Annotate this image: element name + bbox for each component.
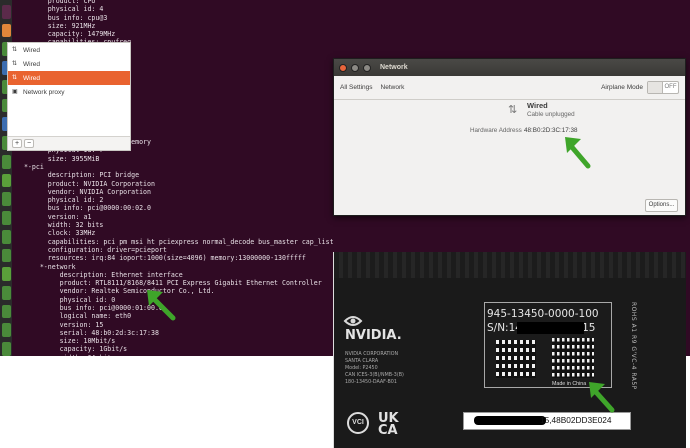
toggle-state: OFF [663, 82, 678, 93]
terminal-line: size: 921MHz [16, 22, 690, 30]
maximize-icon[interactable] [363, 64, 371, 72]
arrow-up-left-icon [586, 380, 620, 414]
options-button[interactable]: Options... [645, 199, 678, 212]
network-settings-window: Network All Settings Network Airplane Mo… [333, 58, 686, 216]
device-list-item[interactable]: ⇅ Wired [8, 57, 130, 71]
made-in-label: Made in China [552, 381, 586, 387]
terminal-line: width: 32 bits [16, 221, 690, 229]
launcher-app-icon[interactable] [2, 305, 11, 319]
redaction-bar [517, 322, 584, 334]
wired-icon: ⇅ [12, 47, 19, 53]
device-list-label: Wired [23, 75, 40, 82]
ukca-mark: UK CA [378, 413, 399, 437]
arrow-up-left-icon [145, 288, 179, 322]
launcher-app-icon[interactable] [2, 174, 11, 188]
device-list-label: Wired [23, 47, 40, 54]
window-title: Network [380, 64, 408, 71]
remove-connection-button[interactable]: − [24, 139, 34, 148]
close-icon[interactable] [339, 64, 347, 72]
launcher-app-icon[interactable] [2, 24, 11, 38]
settings-header: All Settings Network Airplane Mode OFF [334, 76, 685, 100]
mac-sticker-text: 15,48B02DD3E024 [540, 415, 612, 425]
window-titlebar: Network [334, 59, 685, 76]
nvidia-logo-icon: NVIDIA. [343, 313, 403, 341]
device-list: ⇅ Wired ⇅ Wired ⇅ Wired ▣ Network proxy + − [7, 42, 131, 151]
device-status: Cable unplugged [527, 111, 575, 118]
wired-icon: ⇅ [12, 61, 19, 67]
launcher-app-icon[interactable] [2, 211, 11, 225]
board-markings: NVIDIA CORPORATION SANTA CLARA Model: P2… [345, 351, 404, 386]
launcher-app-icon[interactable] [2, 192, 11, 206]
arrow-up-left-icon [562, 134, 596, 170]
all-settings-button[interactable]: All Settings [340, 84, 373, 91]
device-list-label: Network proxy [23, 89, 65, 96]
device-list-item[interactable]: ⇅ Wired [8, 43, 130, 57]
terminal-line: clock: 33MHz [16, 229, 690, 237]
toggle-knob [648, 82, 663, 93]
launcher-app-icon[interactable] [2, 230, 11, 244]
airplane-mode-toggle[interactable]: OFF [647, 81, 679, 94]
device-name: Wired [527, 101, 548, 110]
vci-logo-icon: VCI [347, 412, 369, 434]
launcher-app-icon[interactable] [2, 286, 11, 300]
device-list-item[interactable]: ⇅ Wired [8, 71, 130, 85]
qr-code-icon [552, 338, 594, 378]
terminal-line: capabilities: pci pm msi ht pciexpress n… [16, 238, 690, 246]
vertical-markings: ROHS A1 R9 G'VC-4 RA5P [630, 302, 637, 390]
device-list-label: Wired [23, 61, 40, 68]
nvidia-logo-text: NVIDIA. [345, 328, 402, 341]
wired-icon: ⇅ [12, 75, 19, 81]
hardware-address-label: Hardware Address [470, 127, 522, 134]
launcher-app-icon[interactable] [2, 342, 11, 356]
redaction-bar [474, 416, 546, 425]
hardware-address-value: 48:B0:2D:3C:17:38 [524, 127, 578, 134]
wired-icon: ⇅ [508, 103, 522, 117]
board-connector-strip [334, 252, 686, 278]
terminal-line: physical id: 4 [16, 5, 690, 13]
part-number: 945-13450-0000-100 [487, 308, 599, 320]
launcher-app-icon[interactable] [2, 323, 11, 337]
launcher-app-icon[interactable] [2, 249, 11, 263]
terminal-line: capacity: 1479MHz [16, 30, 690, 38]
airplane-mode: Airplane Mode OFF [601, 81, 679, 94]
breadcrumb-network: Network [381, 84, 405, 91]
minimize-icon[interactable] [351, 64, 359, 72]
launcher-app-icon[interactable] [2, 5, 11, 19]
airplane-mode-label: Airplane Mode [601, 84, 643, 91]
launcher-app-icon[interactable] [2, 155, 11, 169]
proxy-icon: ▣ [12, 89, 19, 95]
device-list-item[interactable]: ▣ Network proxy [8, 85, 130, 99]
launcher-app-icon[interactable] [2, 267, 11, 281]
qr-code-icon [496, 340, 536, 378]
list-toolbar: + − [8, 136, 130, 150]
add-connection-button[interactable]: + [12, 139, 22, 148]
terminal-line: bus info: cpu@3 [16, 14, 690, 22]
